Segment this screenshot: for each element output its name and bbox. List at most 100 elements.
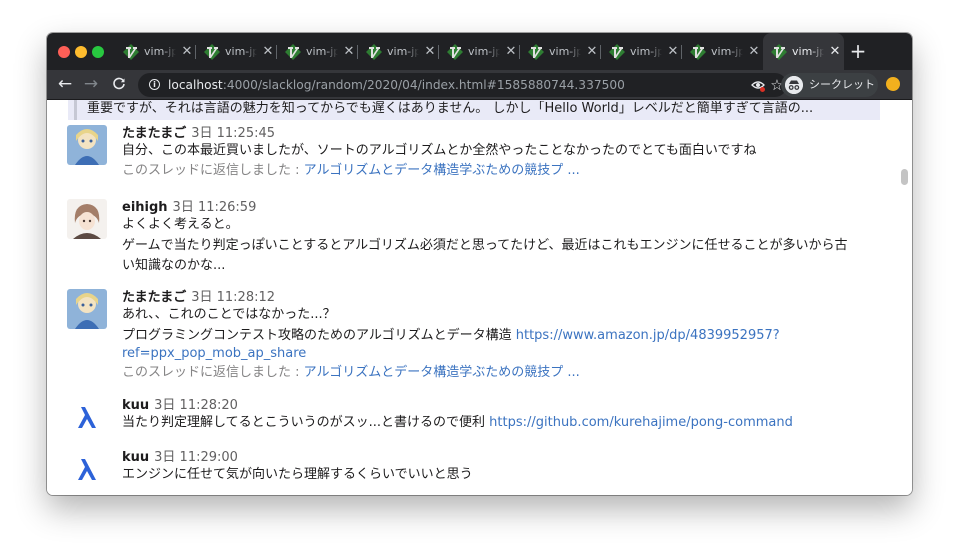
- vim-logo-icon: [285, 43, 301, 60]
- message-text-span: 当たり判定理解してるとこういうのがスッ...と書けるので便利: [122, 415, 490, 430]
- new-tab-button[interactable]: +: [847, 40, 869, 62]
- avatar: [67, 289, 107, 329]
- message-text: 自分、この本最近買いましたが、ソートのアルゴリズムとか全然やったことなかったので…: [122, 143, 757, 158]
- url-host: localhost: [168, 78, 223, 92]
- quote-bar: [74, 100, 77, 120]
- tab-close-button[interactable]: ✕: [261, 44, 275, 59]
- message-log: 重要ですが、それは言語の魅力を知ってからでも遅くはありません。 しかし「Hell…: [47, 100, 912, 495]
- message-text: エンジンに任せて気が向いたら理解するくらいでいいと思う: [122, 467, 473, 482]
- vim-logo-icon: [366, 43, 382, 60]
- back-button[interactable]: ←: [54, 73, 76, 95]
- username[interactable]: kuu: [122, 450, 149, 465]
- quote-text: 重要ですが、それは言語の魅力を知ってからでも遅くはありません。 しかし「Hell…: [87, 101, 814, 116]
- tab[interactable]: vim-jp ✕: [196, 33, 277, 70]
- forward-button[interactable]: →: [80, 73, 102, 95]
- message-header: kuu 3日 11:29:00: [122, 449, 882, 466]
- vim-logo-icon: [447, 43, 463, 60]
- message-text: よくよく考えると。: [122, 217, 239, 232]
- tab[interactable]: vim-jp ✕: [358, 33, 439, 70]
- message-text: い知識なのかな...: [122, 258, 226, 273]
- tab-close-button[interactable]: ✕: [504, 44, 518, 59]
- tab-title: vim-jp: [792, 45, 824, 58]
- amazon-link[interactable]: https://www.amazon.jp/dp/4839952957?: [516, 328, 780, 343]
- tab-title: vim-jp: [144, 45, 176, 58]
- tab-active[interactable]: vim-jp ✕: [763, 33, 844, 70]
- thread-link[interactable]: アルゴリズムとデータ構造学ぶための競技プ ...: [304, 163, 580, 178]
- message-body: eihigh 3日 11:26:59 よくよく考えると。 ゲームで当たり判定っぽい…: [122, 199, 882, 276]
- timestamp[interactable]: 3日 11:25:45: [191, 126, 275, 141]
- tracking-eye-icon[interactable]: [751, 78, 765, 92]
- avatar: [67, 199, 107, 239]
- tab-close-button[interactable]: ✕: [747, 44, 761, 59]
- window-maximize-button[interactable]: [92, 46, 104, 58]
- vim-logo-icon: [123, 43, 139, 60]
- tab[interactable]: vim-jp ✕: [277, 33, 358, 70]
- quoted-message: 重要ですが、それは言語の魅力を知ってからでも遅くはありません。 しかし「Hell…: [68, 100, 880, 120]
- vim-logo-icon: [690, 43, 706, 60]
- extension-icon[interactable]: [886, 77, 900, 91]
- username[interactable]: eihigh: [122, 200, 168, 215]
- tab-close-button[interactable]: ✕: [585, 44, 599, 59]
- tab[interactable]: vim-jp ✕: [439, 33, 520, 70]
- thread-link[interactable]: アルゴリズムとデータ構造学ぶための競技プ ...: [304, 365, 580, 380]
- message-text: ゲームで当たり判定っぽいことするとアルゴリズム必須だと思ってたけど、最近はこれも…: [122, 237, 848, 253]
- incognito-badge[interactable]: シークレット: [781, 73, 878, 97]
- timestamp[interactable]: 3日 11:26:59: [173, 200, 257, 215]
- reload-icon: [113, 77, 125, 90]
- amazon-link-continued[interactable]: ref=ppx_pop_mob_ap_share: [122, 345, 882, 364]
- message-body: kuu 3日 11:28:20 当たり判定理解してるとこういうのがスッ...と書け…: [122, 397, 882, 433]
- timestamp[interactable]: 3日 11:28:12: [191, 290, 275, 305]
- site-info-icon[interactable]: i: [149, 79, 160, 90]
- tab-close-button[interactable]: ✕: [828, 44, 842, 59]
- tab-strip: vim-jp ✕ vim-jp ✕ vim-jp ✕ vim-jp ✕ vim-jp ✕ vim-j…: [47, 33, 912, 70]
- tamatamago-avatar-icon: [67, 289, 107, 329]
- tab-list: vim-jp ✕ vim-jp ✕ vim-jp ✕ vim-jp ✕ vim-jp ✕ vim-j…: [115, 33, 844, 70]
- avatar: [67, 397, 107, 437]
- message-header: eihigh 3日 11:26:59: [122, 199, 882, 216]
- tab-close-button[interactable]: ✕: [180, 44, 194, 59]
- incognito-icon: [785, 76, 803, 94]
- message-text-span: プログラミングコンテスト攻略のためのアルゴリズムとデータ構造: [122, 327, 516, 343]
- tab-close-button[interactable]: ✕: [423, 44, 437, 59]
- tab-close-button[interactable]: ✕: [342, 44, 356, 59]
- tab-title: vim-jp: [387, 45, 419, 58]
- message-body: たまたまご 3日 11:25:45 自分、この本最近買いましたが、ソートのアルゴリ…: [122, 125, 882, 180]
- message-body: kuu 3日 11:29:00 エンジンに任せて気が向いたら理解するくらいでいいと…: [122, 449, 882, 485]
- browser-toolbar: ← → i localhost:4000/slacklog/random/202…: [47, 70, 912, 100]
- tab[interactable]: vim-jp ✕: [115, 33, 196, 70]
- vim-logo-icon: [204, 43, 220, 60]
- timestamp[interactable]: 3日 11:29:00: [154, 450, 238, 465]
- username[interactable]: kuu: [122, 398, 149, 413]
- window-close-button[interactable]: [58, 46, 70, 58]
- url-path: :4000/slacklog/random/2020/04/index.html…: [222, 78, 625, 92]
- url-text[interactable]: localhost:4000/slacklog/random/2020/04/i…: [168, 77, 625, 93]
- kuu-lambda-avatar-icon: [67, 449, 107, 489]
- window-minimize-button[interactable]: [75, 46, 87, 58]
- timestamp[interactable]: 3日 11:28:20: [154, 398, 238, 413]
- tab-close-button[interactable]: ✕: [666, 44, 680, 59]
- kuu-lambda-avatar-icon: [67, 397, 107, 437]
- browser-window: vim-jp ✕ vim-jp ✕ vim-jp ✕ vim-jp ✕ vim-jp ✕ vim-j…: [47, 33, 912, 495]
- reload-button[interactable]: [108, 73, 130, 95]
- address-bar[interactable]: i localhost:4000/slacklog/random/2020/04…: [138, 73, 787, 97]
- github-link[interactable]: https://github.com/kurehajime/pong-comma…: [489, 415, 793, 430]
- avatar: [67, 125, 107, 165]
- thread-prefix: このスレッドに返信しました :: [122, 364, 304, 380]
- tab[interactable]: vim-jp ✕: [682, 33, 763, 70]
- tab-title: vim-jp: [306, 45, 338, 58]
- username[interactable]: たまたまご: [122, 290, 186, 305]
- message-body: たまたまご 3日 11:28:12 あれ、、これのことではなかった...？ プログ…: [122, 289, 882, 382]
- thread-reply-note: このスレッドに返信しました : アルゴリズムとデータ構造学ぶための競技プ ...: [122, 162, 882, 181]
- avatar: [67, 449, 107, 489]
- thread-reply-note: このスレッドに返信しました : アルゴリズムとデータ構造学ぶための競技プ ...: [122, 364, 882, 383]
- vim-logo-icon: [609, 43, 625, 60]
- tab[interactable]: vim-jp ✕: [520, 33, 601, 70]
- username[interactable]: たまたまご: [122, 126, 186, 141]
- tamatamago-avatar-icon: [67, 125, 107, 165]
- tab[interactable]: vim-jp ✕: [601, 33, 682, 70]
- thread-prefix: このスレッドに返信しました :: [122, 162, 304, 178]
- message-text: 当たり判定理解してるとこういうのがスッ...と書けるので便利 https://g…: [122, 414, 882, 433]
- vim-logo-icon: [528, 43, 544, 60]
- scrollbar-thumb[interactable]: [901, 169, 908, 185]
- message-header: たまたまご 3日 11:25:45: [122, 125, 882, 142]
